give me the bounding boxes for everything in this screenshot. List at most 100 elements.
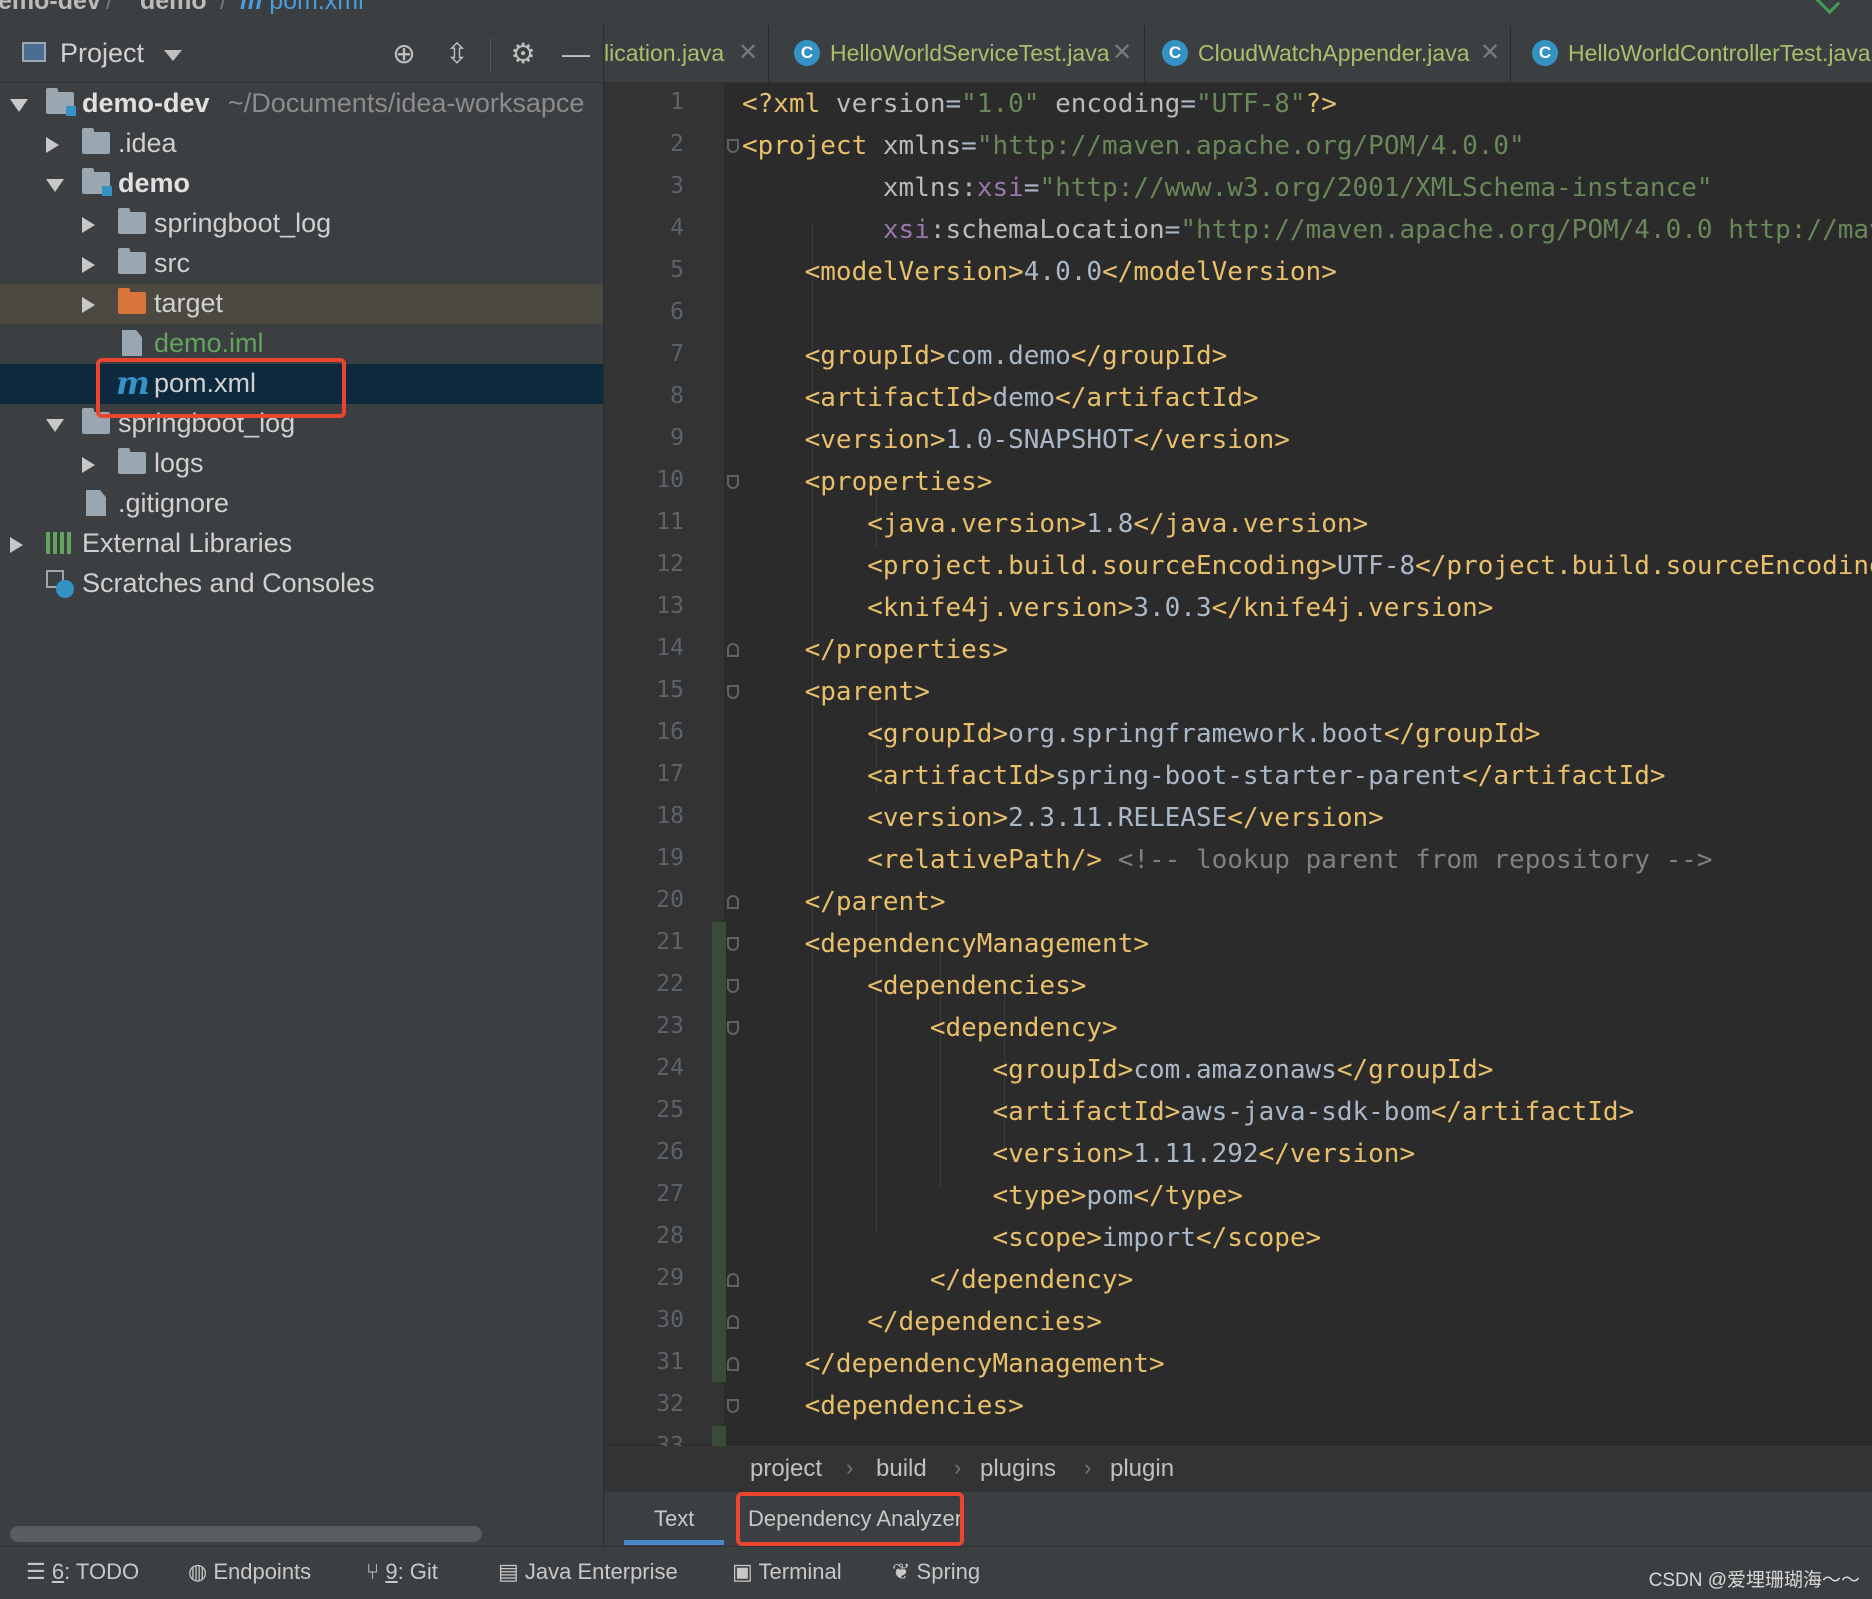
horizontal-scrollbar[interactable] bbox=[10, 1526, 482, 1542]
line-number: 23 bbox=[656, 1013, 684, 1039]
tree-item-path: ~/Documents/idea-worksapce bbox=[228, 88, 585, 118]
tool-window-bar: ☰ 6: TODO ◍ Endpoints ⑂ 9: Git ▤ Java En… bbox=[0, 1546, 1872, 1599]
code-line: <artifactId>spring-boot-starter-parent</… bbox=[867, 761, 1666, 791]
navigation-bar: emo-dev / demo / m pom.xml bbox=[0, 0, 1872, 26]
line-number: 27 bbox=[656, 1181, 684, 1207]
close-icon[interactable]: ✕ bbox=[1480, 38, 1500, 67]
line-number: 1 bbox=[670, 89, 684, 115]
close-icon[interactable]: ✕ bbox=[738, 38, 758, 67]
fold-end-icon[interactable] bbox=[727, 895, 739, 909]
tree-item-target[interactable]: target bbox=[0, 284, 603, 324]
fold-end-icon[interactable] bbox=[727, 1315, 739, 1329]
chevron-down-icon[interactable] bbox=[164, 50, 182, 61]
close-icon[interactable]: ✕ bbox=[1112, 38, 1132, 67]
breadcrumb-plugin[interactable]: plugin bbox=[1110, 1455, 1174, 1483]
expand-arrow-icon[interactable] bbox=[10, 99, 28, 112]
code-line: <dependency> bbox=[929, 1013, 1118, 1043]
endpoints-button[interactable]: ◍ Endpoints bbox=[188, 1559, 311, 1585]
collapse-arrow-icon[interactable] bbox=[82, 257, 95, 273]
terminal-button[interactable]: ▣ Terminal bbox=[732, 1559, 842, 1585]
fold-toggle-icon[interactable] bbox=[727, 475, 739, 489]
tree-item-external-libraries[interactable]: External Libraries bbox=[0, 524, 603, 564]
locate-icon[interactable]: ⊕ bbox=[388, 38, 420, 70]
code-line: <groupId>org.springframework.boot</group… bbox=[867, 719, 1541, 749]
code-line: <type>pom</type> bbox=[992, 1181, 1243, 1211]
code-line: </dependencies> bbox=[867, 1307, 1103, 1337]
code-line: xmlns:xsi="http://www.w3.org/2001/XMLSch… bbox=[882, 173, 1713, 203]
tree-item-demo[interactable]: demo bbox=[0, 164, 603, 204]
tab-helloworldcontrollertest[interactable]: C HelloWorldControllerTest.java bbox=[1528, 26, 1872, 82]
fold-end-icon[interactable] bbox=[727, 1273, 739, 1287]
hide-icon[interactable]: — bbox=[560, 38, 592, 70]
line-number: 29 bbox=[656, 1265, 684, 1291]
collapse-arrow-icon[interactable] bbox=[46, 137, 59, 153]
divider bbox=[1510, 26, 1511, 82]
collapse-arrow-icon[interactable] bbox=[82, 217, 95, 233]
nav-crumb-project[interactable]: emo-dev bbox=[0, 0, 101, 16]
tree-item-src[interactable]: src bbox=[0, 244, 603, 284]
expand-arrow-icon[interactable] bbox=[46, 419, 64, 432]
scratches-icon bbox=[46, 570, 74, 598]
code-line: <parent> bbox=[804, 677, 930, 707]
check-icon[interactable] bbox=[1814, 0, 1841, 15]
fold-toggle-icon[interactable] bbox=[727, 1399, 739, 1413]
breadcrumb-build[interactable]: build bbox=[876, 1455, 927, 1483]
tree-item-demo-dev[interactable]: demo-dev ~/Documents/idea-worksapce bbox=[0, 84, 603, 124]
vcs-change-marker[interactable] bbox=[712, 1426, 726, 1446]
tab-cloudwatchappender[interactable]: C CloudWatchAppender.java ✕ bbox=[1160, 26, 1500, 82]
code-line: <modelVersion>4.0.0</modelVersion> bbox=[804, 257, 1337, 287]
tree-item-gitignore[interactable]: .gitignore bbox=[0, 484, 603, 524]
nav-crumb-module[interactable]: demo bbox=[140, 0, 207, 16]
tree-item-label: target bbox=[154, 288, 224, 318]
endpoints-label: Endpoints bbox=[213, 1559, 312, 1584]
fold-end-icon[interactable] bbox=[727, 643, 739, 657]
line-number: 32 bbox=[656, 1391, 684, 1417]
fold-toggle-icon[interactable] bbox=[727, 685, 739, 699]
list-icon: ☰ bbox=[26, 1559, 52, 1584]
todo-button[interactable]: ☰ 6: TODO bbox=[26, 1559, 139, 1585]
branch-icon: ⑂ bbox=[366, 1559, 386, 1584]
tree-item-springboot-log[interactable]: springboot_log bbox=[0, 204, 603, 244]
collapse-all-icon[interactable]: ⇳ bbox=[441, 38, 473, 70]
divider bbox=[768, 26, 769, 82]
fold-end-icon[interactable] bbox=[727, 1357, 739, 1371]
tree-item-idea[interactable]: .idea bbox=[0, 124, 603, 164]
line-number: 3 bbox=[670, 173, 684, 199]
fold-toggle-icon[interactable] bbox=[727, 139, 739, 153]
breadcrumb-project[interactable]: project bbox=[750, 1455, 822, 1483]
line-number-gutter: 1 2 3 4 5 6 7 8 9 10 11 12 13 14 15 16 17 18 19 20 21 22 23 24 2… bbox=[604, 83, 739, 1459]
class-icon: C bbox=[1162, 40, 1188, 66]
tab-helloworldservicetest[interactable]: C HelloWorldServiceTest.java ✕ bbox=[788, 26, 1132, 82]
project-header: Project ⊕ ⇳ ⚙ — bbox=[0, 26, 603, 83]
gear-icon[interactable]: ⚙ bbox=[507, 38, 539, 70]
git-button[interactable]: ⑂ 9: Git bbox=[366, 1559, 438, 1585]
line-number: 28 bbox=[656, 1223, 684, 1249]
class-icon: C bbox=[1532, 40, 1558, 66]
fold-toggle-icon[interactable] bbox=[727, 937, 739, 951]
line-number: 13 bbox=[656, 593, 684, 619]
collapse-arrow-icon[interactable] bbox=[82, 297, 95, 313]
vcs-change-marker[interactable] bbox=[712, 922, 726, 1382]
line-number: 21 bbox=[656, 929, 684, 955]
project-title[interactable]: Project bbox=[60, 38, 144, 69]
spring-button[interactable]: ❦ Spring bbox=[892, 1559, 980, 1585]
tree-item-scratches[interactable]: Scratches and Consoles bbox=[0, 564, 603, 604]
code-editor[interactable]: <?xml version="1.0" encoding="UTF-8"?> <… bbox=[742, 83, 1872, 1445]
code-line: <artifactId>demo</artifactId> bbox=[804, 383, 1259, 413]
nav-separator: / bbox=[220, 0, 227, 15]
tab-text[interactable]: Text bbox=[654, 1506, 694, 1532]
nav-crumb-file[interactable]: m pom.xml bbox=[240, 0, 364, 16]
fold-toggle-icon[interactable] bbox=[727, 1021, 739, 1035]
collapse-arrow-icon[interactable] bbox=[10, 537, 23, 553]
code-line: </dependency> bbox=[929, 1265, 1134, 1295]
collapse-arrow-icon[interactable] bbox=[82, 457, 95, 473]
code-line: <dependencyManagement> bbox=[804, 929, 1149, 959]
expand-arrow-icon[interactable] bbox=[46, 179, 64, 192]
tab-application[interactable]: lication.java ✕ bbox=[604, 26, 764, 82]
fold-toggle-icon[interactable] bbox=[727, 979, 739, 993]
breadcrumb-plugins[interactable]: plugins bbox=[980, 1455, 1056, 1483]
java-enterprise-button[interactable]: ▤ Java Enterprise bbox=[498, 1559, 678, 1585]
tree-item-logs[interactable]: logs bbox=[0, 444, 603, 484]
tab-label: HelloWorldServiceTest.java bbox=[830, 40, 1110, 66]
line-number: 9 bbox=[670, 425, 684, 451]
